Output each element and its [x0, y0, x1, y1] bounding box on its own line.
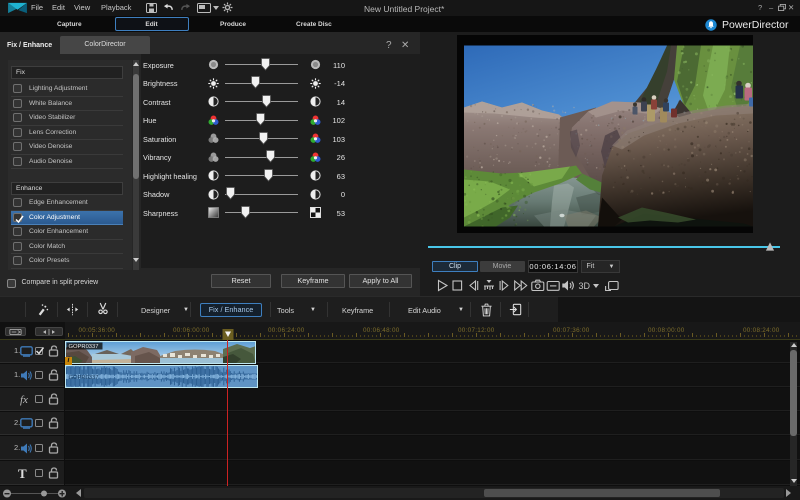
svg-text:GOPR0337: GOPR0337 [69, 344, 99, 350]
svg-text:3D: 3D [579, 281, 591, 291]
svg-text:GOPR0337: GOPR0337 [69, 375, 99, 381]
